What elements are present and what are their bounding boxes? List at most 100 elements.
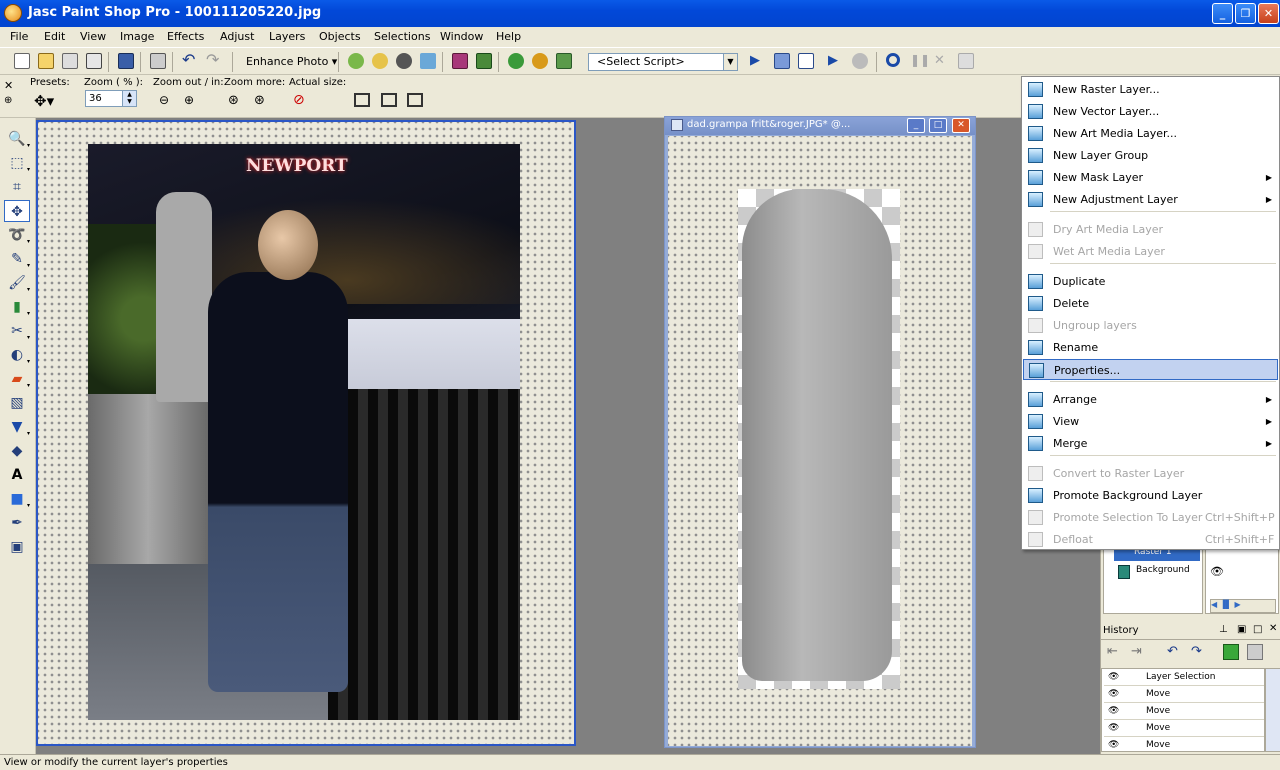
color-replacer-tool-icon[interactable]: ◆ xyxy=(4,440,30,462)
quickscript-icon[interactable] xyxy=(1223,644,1239,660)
enhance-photo-button[interactable]: Enhance Photo ▾ xyxy=(246,55,337,68)
restore-icon[interactable]: ▣ xyxy=(1237,624,1246,635)
move-tool-icon[interactable]: ✥ xyxy=(4,200,30,222)
zoom-percent-input[interactable]: 36 ▲ ▼ xyxy=(85,90,137,107)
menu-item-view[interactable]: View ▶ xyxy=(1023,411,1278,432)
menu-item-duplicate[interactable]: Duplicate xyxy=(1023,271,1278,292)
fit-window-icon[interactable] xyxy=(354,93,370,107)
history-entry[interactable]: 👁 Move xyxy=(1104,720,1264,737)
pin-icon[interactable]: ⊕ xyxy=(4,95,12,106)
save-recording-icon[interactable] xyxy=(958,53,974,69)
menu-view[interactable]: View xyxy=(80,30,106,43)
histogram-icon[interactable] xyxy=(556,53,572,69)
print-icon[interactable] xyxy=(150,53,166,69)
object-selector-tool-icon[interactable]: ▣ xyxy=(4,536,30,558)
menu-item-rename[interactable]: Rename xyxy=(1023,337,1278,358)
layer-scrollbar[interactable]: ◀ ▐▌ ▶ xyxy=(1210,599,1276,613)
doc-maximize-button[interactable]: □ xyxy=(929,118,947,133)
redo-to-icon[interactable]: ⇥ xyxy=(1131,644,1142,659)
menu-objects[interactable]: Objects xyxy=(319,30,361,43)
menu-item-new-layer-group[interactable]: New Layer Group xyxy=(1023,145,1278,166)
pause-icon[interactable]: ❚❚ xyxy=(910,53,930,69)
save-script-icon[interactable] xyxy=(1247,644,1263,660)
menu-item-new-raster-layer[interactable]: New Raster Layer... xyxy=(1023,79,1278,100)
menu-adjust[interactable]: Adjust xyxy=(220,30,254,43)
materials-palette-icon[interactable] xyxy=(476,53,492,69)
edit-script-icon[interactable] xyxy=(774,53,790,69)
select-script-dropdown[interactable]: <Select Script> ▼ xyxy=(588,53,738,71)
crop-tool-icon[interactable]: ⌗ xyxy=(4,176,30,198)
save-icon[interactable] xyxy=(118,53,134,69)
layers-palette-icon[interactable] xyxy=(452,53,468,69)
menu-item-new-vector-layer[interactable]: New Vector Layer... xyxy=(1023,101,1278,122)
menu-window[interactable]: Window xyxy=(440,30,483,43)
zoom-more-in-icon[interactable]: ⊛ xyxy=(254,93,265,108)
app-icon[interactable] xyxy=(4,4,22,22)
zoom-out-icon[interactable]: ⊖ xyxy=(159,93,169,107)
one-step-photo-fix-icon[interactable] xyxy=(348,53,364,69)
toggle-execution-mode-icon[interactable] xyxy=(798,53,814,69)
preset-shape-tool-icon[interactable]: ■ ▾ xyxy=(4,488,30,510)
redo-icon[interactable]: ↷ xyxy=(1191,644,1202,659)
history-entry[interactable]: 👁 Move xyxy=(1104,737,1264,751)
lasso-tool-icon[interactable]: ➰ ▾ xyxy=(4,224,30,246)
maximize-button[interactable]: ❐ xyxy=(1235,3,1256,24)
full-screen-icon[interactable] xyxy=(407,93,423,107)
visibility-eye-icon[interactable]: 👁 xyxy=(1210,565,1224,578)
zoom-tool-icon[interactable]: 🔍 ▾ xyxy=(4,128,30,150)
scratch-remover-icon[interactable] xyxy=(420,53,436,69)
history-entry[interactable]: 👁 Move xyxy=(1104,686,1264,703)
dodge-tool-icon[interactable]: ◐ ▾ xyxy=(4,344,30,366)
picture-tube-tool-icon[interactable]: ▧ xyxy=(4,392,30,414)
zoom-in-icon[interactable]: ⊕ xyxy=(184,93,194,107)
menu-item-delete[interactable]: Delete xyxy=(1023,293,1278,314)
browse-icon[interactable] xyxy=(62,53,78,69)
open-file-icon[interactable] xyxy=(38,53,54,69)
clarify-icon[interactable] xyxy=(372,53,388,69)
clone-brush-tool-icon[interactable]: ▮ ▾ xyxy=(4,296,30,318)
spinner-icon[interactable]: ▲ ▼ xyxy=(122,91,136,106)
undo-to-icon[interactable]: ⇤ xyxy=(1107,644,1118,659)
run-script-icon[interactable]: ▶ xyxy=(750,53,766,69)
close-icon[interactable]: ✕ xyxy=(1269,623,1277,634)
menu-effects[interactable]: Effects xyxy=(167,30,204,43)
zoom-more-out-icon[interactable]: ⊛ xyxy=(228,93,239,108)
run-script-icon-2[interactable]: ▶ xyxy=(828,53,844,69)
document-2-canvas-area[interactable] xyxy=(668,136,972,746)
dropper-tool-icon[interactable]: ✎ ▾ xyxy=(4,248,30,270)
undo-icon[interactable]: ↶ xyxy=(182,52,198,69)
menu-selections[interactable]: Selections xyxy=(374,30,430,43)
menu-item-arrange[interactable]: Arrange ▶ xyxy=(1023,389,1278,410)
record-icon[interactable] xyxy=(886,53,900,67)
minimize-button[interactable]: _ xyxy=(1212,3,1233,24)
text-tool-icon[interactable]: A xyxy=(4,464,30,486)
opacity-bar[interactable] xyxy=(1228,565,1276,579)
history-entry[interactable]: 👁 Move xyxy=(1104,703,1264,720)
move-tool-preset-icon[interactable]: ✥▾ xyxy=(34,92,54,110)
selection-tool-icon[interactable]: ⬚ ▾ xyxy=(4,152,30,174)
menu-item-properties[interactable]: Properties... xyxy=(1023,359,1278,380)
stop-script-icon[interactable] xyxy=(852,53,868,69)
menu-image[interactable]: Image xyxy=(120,30,154,43)
document-window-2[interactable]: dad.grampa fritt&roger.JPG* @... _ □ ✕ xyxy=(664,116,976,748)
menu-item-merge[interactable]: Merge ▶ xyxy=(1023,433,1278,454)
undo-icon[interactable]: ↶ xyxy=(1167,644,1178,659)
pen-tool-icon[interactable]: ✒ xyxy=(4,512,30,534)
learning-center-icon[interactable] xyxy=(532,53,548,69)
menu-item-promote-background-layer[interactable]: Promote Background Layer xyxy=(1023,485,1278,506)
close-button[interactable]: ✕ xyxy=(1258,3,1279,24)
actual-size-icon[interactable]: ⊘ xyxy=(293,92,305,108)
paint-brush-tool-icon[interactable]: 🖌 ▾ xyxy=(4,272,30,294)
document-2-title-bar[interactable]: dad.grampa fritt&roger.JPG* @... _ □ ✕ xyxy=(665,117,975,135)
menu-file[interactable]: File xyxy=(10,30,28,43)
pin-icon[interactable]: ⊥ xyxy=(1219,624,1228,635)
layer-row-background[interactable]: Background xyxy=(1136,565,1190,575)
cancel-recording-icon[interactable]: ✕ xyxy=(934,53,950,69)
doc-close-button[interactable]: ✕ xyxy=(952,118,970,133)
menu-item-new-mask-layer[interactable]: New Mask Layer ▶ xyxy=(1023,167,1278,188)
scratch-remover-tool-icon[interactable]: ✂ ▾ xyxy=(4,320,30,342)
flood-fill-tool-icon[interactable]: ▼ ▾ xyxy=(4,416,30,438)
menu-layers[interactable]: Layers xyxy=(269,30,305,43)
doc-minimize-button[interactable]: _ xyxy=(907,118,925,133)
overview-icon[interactable] xyxy=(508,53,524,69)
